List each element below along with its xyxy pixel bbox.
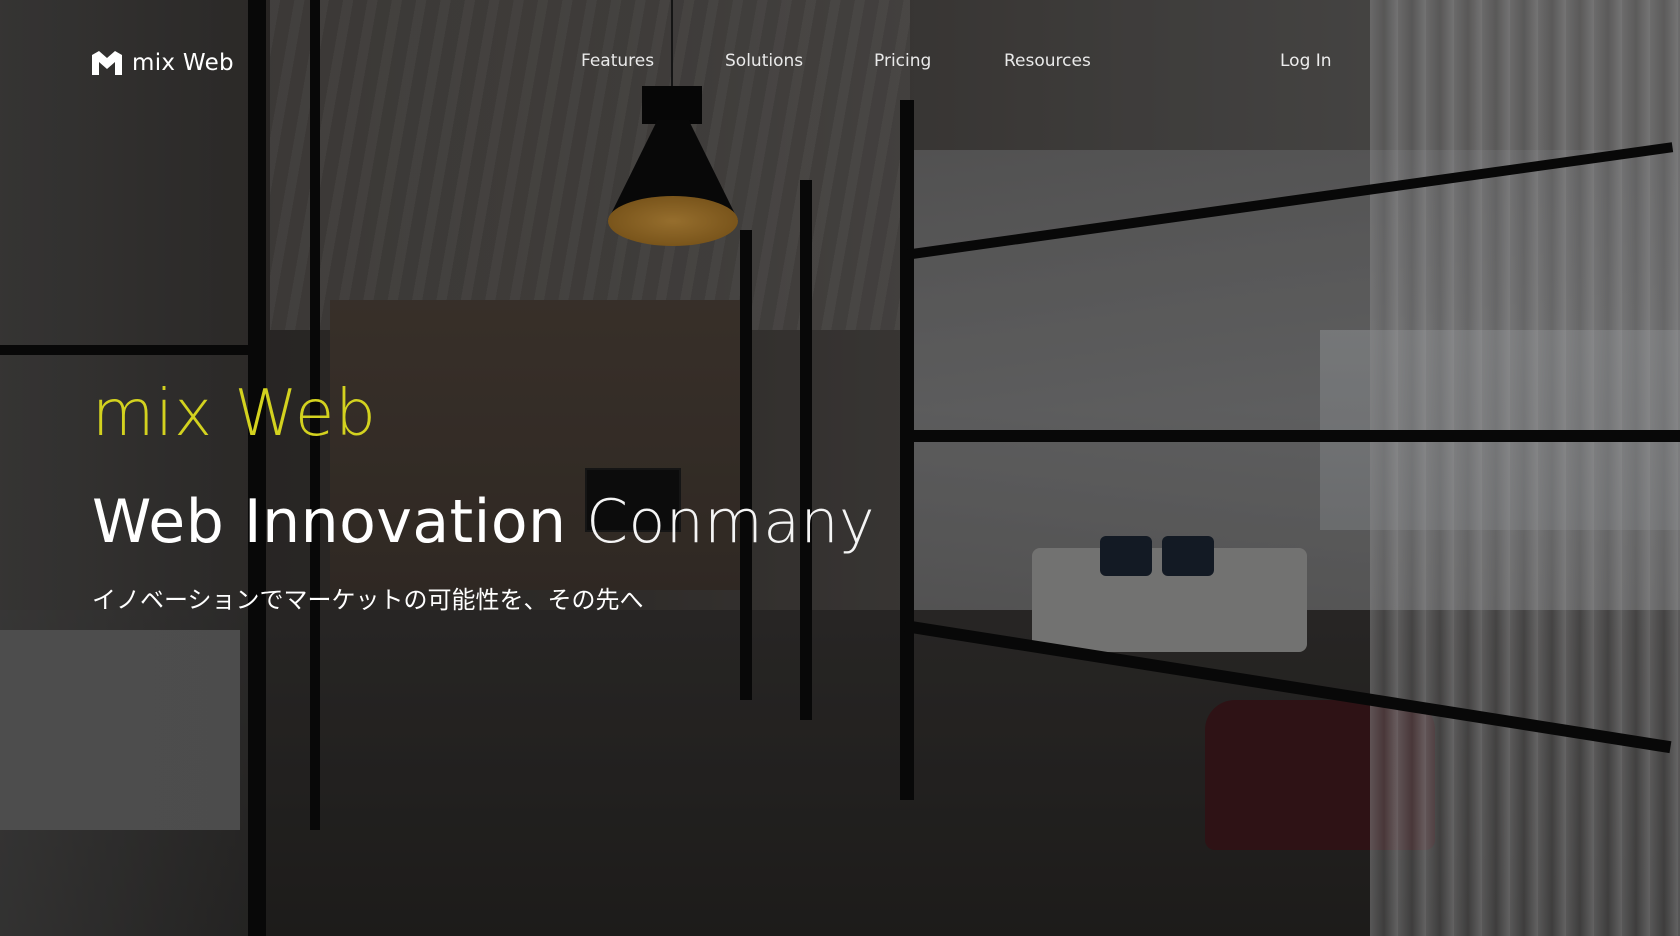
- nav-item-pricing[interactable]: Pricing: [874, 51, 931, 71]
- top-navigation: mix Web Features Solutions Pricing Resou…: [0, 0, 1680, 130]
- nav-item-features[interactable]: Features: [581, 51, 654, 71]
- hero-headline: Web Innovation Conmany: [92, 492, 875, 552]
- hero-brand-title: mix Web: [92, 377, 377, 451]
- hero-section: mix Web Features Solutions Pricing Resou…: [0, 0, 1680, 936]
- hero-headline-part1: Web Innovation: [92, 487, 567, 557]
- nav-item-resources[interactable]: Resources: [1004, 51, 1091, 71]
- bg-dark-overlay: [0, 0, 1680, 936]
- login-link[interactable]: Log In: [1280, 51, 1332, 71]
- nav-item-solutions[interactable]: Solutions: [725, 51, 803, 71]
- hero-background-image: [0, 0, 1680, 936]
- hero-headline-part2: Conmany: [586, 487, 876, 557]
- brand-name: mix Web: [132, 50, 234, 76]
- hero-subtitle: イノベーションでマーケットの可能性を、その先へ: [92, 586, 644, 614]
- brand-logo-link[interactable]: mix Web: [92, 50, 234, 76]
- m-logo-icon: [92, 51, 122, 75]
